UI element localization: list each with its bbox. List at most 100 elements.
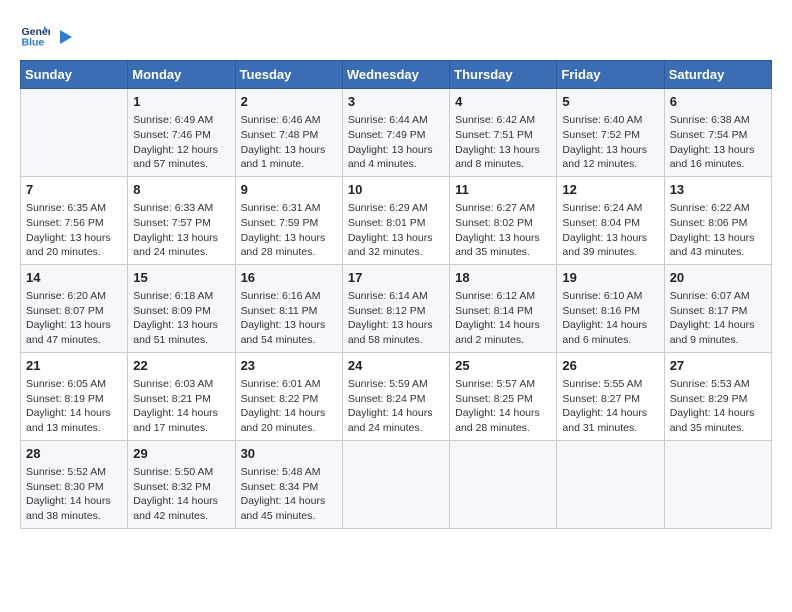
calendar-day-cell: 25Sunrise: 5:57 AMSunset: 8:25 PMDayligh… [450, 352, 557, 440]
day-info: Sunrise: 5:55 AMSunset: 8:27 PMDaylight:… [562, 377, 658, 436]
day-number: 10 [348, 181, 444, 199]
day-number: 19 [562, 269, 658, 287]
calendar-day-cell: 4 Sunrise: 6:42 AMSunset: 7:51 PMDaylight… [450, 89, 557, 177]
day-info: Sunrise: 5:53 AMSunset: 8:29 PMDaylight:… [670, 377, 766, 436]
weekday-header: Tuesday [235, 61, 342, 89]
calendar-body: 1 Sunrise: 6:49 AMSunset: 7:46 PMDaylight… [21, 89, 772, 529]
day-number: 6 [670, 93, 766, 111]
calendar-day-cell: 30Sunrise: 5:48 AMSunset: 8:34 PMDayligh… [235, 440, 342, 528]
weekday-header: Saturday [664, 61, 771, 89]
day-number: 12 [562, 181, 658, 199]
calendar-day-cell [21, 89, 128, 177]
day-info: Sunrise: 6:12 AMSunset: 8:14 PMDaylight:… [455, 289, 551, 348]
logo-icon: General Blue [20, 20, 50, 50]
weekday-header: Friday [557, 61, 664, 89]
day-info: Sunrise: 5:50 AMSunset: 8:32 PMDaylight:… [133, 465, 229, 524]
day-info: Sunrise: 6:33 AMSunset: 7:57 PMDaylight:… [133, 201, 229, 260]
day-number: 17 [348, 269, 444, 287]
calendar-week-row: 1 Sunrise: 6:49 AMSunset: 7:46 PMDaylight… [21, 89, 772, 177]
calendar-day-cell: 5 Sunrise: 6:40 AMSunset: 7:52 PMDaylight… [557, 89, 664, 177]
calendar-day-cell: 26 Sunrise: 5:55 AMSunset: 8:27 PMDayligh… [557, 352, 664, 440]
day-info: Sunrise: 6:31 AMSunset: 7:59 PMDaylight:… [241, 201, 337, 260]
calendar-day-cell [342, 440, 449, 528]
day-number: 8 [133, 181, 229, 199]
day-number: 9 [241, 181, 337, 199]
day-number: 3 [348, 93, 444, 111]
calendar-day-cell: 10 Sunrise: 6:29 AMSunset: 8:01 PMDayligh… [342, 176, 449, 264]
calendar-day-cell: 22Sunrise: 6:03 AMSunset: 8:21 PMDayligh… [128, 352, 235, 440]
day-number: 15 [133, 269, 229, 287]
day-info: Sunrise: 6:14 AMSunset: 8:12 PMDaylight:… [348, 289, 444, 348]
day-number: 2 [241, 93, 337, 111]
day-number: 26 [562, 357, 658, 375]
day-info: Sunrise: 6:03 AMSunset: 8:21 PMDaylight:… [133, 377, 229, 436]
day-info: Sunrise: 6:27 AMSunset: 8:02 PMDaylight:… [455, 201, 551, 260]
calendar-day-cell: 13 Sunrise: 6:22 AMSunset: 8:06 PMDayligh… [664, 176, 771, 264]
header: General Blue [20, 20, 772, 50]
calendar-week-row: 21 Sunrise: 6:05 AMSunset: 8:19 PMDayligh… [21, 352, 772, 440]
calendar-day-cell: 9 Sunrise: 6:31 AMSunset: 7:59 PMDaylight… [235, 176, 342, 264]
day-number: 14 [26, 269, 122, 287]
calendar-day-cell: 21 Sunrise: 6:05 AMSunset: 8:19 PMDayligh… [21, 352, 128, 440]
day-info: Sunrise: 6:44 AMSunset: 7:49 PMDaylight:… [348, 113, 444, 172]
calendar-day-cell: 11Sunrise: 6:27 AMSunset: 8:02 PMDayligh… [450, 176, 557, 264]
day-number: 20 [670, 269, 766, 287]
day-info: Sunrise: 6:20 AMSunset: 8:07 PMDaylight:… [26, 289, 122, 348]
calendar-day-cell: 23Sunrise: 6:01 AMSunset: 8:22 PMDayligh… [235, 352, 342, 440]
day-number: 1 [133, 93, 229, 111]
calendar-day-cell: 20 Sunrise: 6:07 AMSunset: 8:17 PMDayligh… [664, 264, 771, 352]
day-number: 16 [241, 269, 337, 287]
logo: General Blue [20, 20, 74, 50]
day-number: 4 [455, 93, 551, 111]
day-info: Sunrise: 5:48 AMSunset: 8:34 PMDaylight:… [241, 465, 337, 524]
day-number: 27 [670, 357, 766, 375]
day-number: 13 [670, 181, 766, 199]
calendar-day-cell: 14 Sunrise: 6:20 AMSunset: 8:07 PMDayligh… [21, 264, 128, 352]
day-info: Sunrise: 6:07 AMSunset: 8:17 PMDaylight:… [670, 289, 766, 348]
calendar-header-row: SundayMondayTuesdayWednesdayThursdayFrid… [21, 61, 772, 89]
day-info: Sunrise: 6:18 AMSunset: 8:09 PMDaylight:… [133, 289, 229, 348]
weekday-header: Wednesday [342, 61, 449, 89]
day-info: Sunrise: 6:24 AMSunset: 8:04 PMDaylight:… [562, 201, 658, 260]
calendar-day-cell [664, 440, 771, 528]
svg-text:Blue: Blue [22, 37, 45, 49]
logo-triangle-icon [56, 28, 74, 46]
calendar-day-cell: 15 Sunrise: 6:18 AMSunset: 8:09 PMDayligh… [128, 264, 235, 352]
calendar-day-cell [450, 440, 557, 528]
calendar-week-row: 14 Sunrise: 6:20 AMSunset: 8:07 PMDayligh… [21, 264, 772, 352]
calendar-day-cell [557, 440, 664, 528]
day-info: Sunrise: 5:59 AMSunset: 8:24 PMDaylight:… [348, 377, 444, 436]
day-info: Sunrise: 6:29 AMSunset: 8:01 PMDaylight:… [348, 201, 444, 260]
day-info: Sunrise: 6:49 AMSunset: 7:46 PMDaylight:… [133, 113, 229, 172]
day-info: Sunrise: 6:05 AMSunset: 8:19 PMDaylight:… [26, 377, 122, 436]
calendar-day-cell: 24 Sunrise: 5:59 AMSunset: 8:24 PMDayligh… [342, 352, 449, 440]
day-info: Sunrise: 6:10 AMSunset: 8:16 PMDaylight:… [562, 289, 658, 348]
day-info: Sunrise: 6:35 AMSunset: 7:56 PMDaylight:… [26, 201, 122, 260]
calendar-day-cell: 12 Sunrise: 6:24 AMSunset: 8:04 PMDayligh… [557, 176, 664, 264]
calendar-day-cell: 6Sunrise: 6:38 AMSunset: 7:54 PMDaylight… [664, 89, 771, 177]
day-info: Sunrise: 6:46 AMSunset: 7:48 PMDaylight:… [241, 113, 337, 172]
day-number: 24 [348, 357, 444, 375]
calendar-table: SundayMondayTuesdayWednesdayThursdayFrid… [20, 60, 772, 529]
day-info: Sunrise: 5:52 AMSunset: 8:30 PMDaylight:… [26, 465, 122, 524]
calendar-day-cell: 17 Sunrise: 6:14 AMSunset: 8:12 PMDayligh… [342, 264, 449, 352]
day-number: 29 [133, 445, 229, 463]
day-number: 5 [562, 93, 658, 111]
calendar-day-cell: 18 Sunrise: 6:12 AMSunset: 8:14 PMDayligh… [450, 264, 557, 352]
weekday-header: Monday [128, 61, 235, 89]
day-number: 21 [26, 357, 122, 375]
day-info: Sunrise: 6:42 AMSunset: 7:51 PMDaylight:… [455, 113, 551, 172]
calendar-day-cell: 16Sunrise: 6:16 AMSunset: 8:11 PMDayligh… [235, 264, 342, 352]
day-info: Sunrise: 6:22 AMSunset: 8:06 PMDaylight:… [670, 201, 766, 260]
day-info: Sunrise: 6:40 AMSunset: 7:52 PMDaylight:… [562, 113, 658, 172]
calendar-day-cell: 2 Sunrise: 6:46 AMSunset: 7:48 PMDaylight… [235, 89, 342, 177]
day-number: 7 [26, 181, 122, 199]
calendar-day-cell: 3 Sunrise: 6:44 AMSunset: 7:49 PMDaylight… [342, 89, 449, 177]
day-number: 28 [26, 445, 122, 463]
calendar-day-cell: 29 Sunrise: 5:50 AMSunset: 8:32 PMDayligh… [128, 440, 235, 528]
calendar-day-cell: 1 Sunrise: 6:49 AMSunset: 7:46 PMDaylight… [128, 89, 235, 177]
calendar-week-row: 7 Sunrise: 6:35 AMSunset: 7:56 PMDaylight… [21, 176, 772, 264]
day-number: 18 [455, 269, 551, 287]
weekday-header: Thursday [450, 61, 557, 89]
calendar-day-cell: 27 Sunrise: 5:53 AMSunset: 8:29 PMDayligh… [664, 352, 771, 440]
